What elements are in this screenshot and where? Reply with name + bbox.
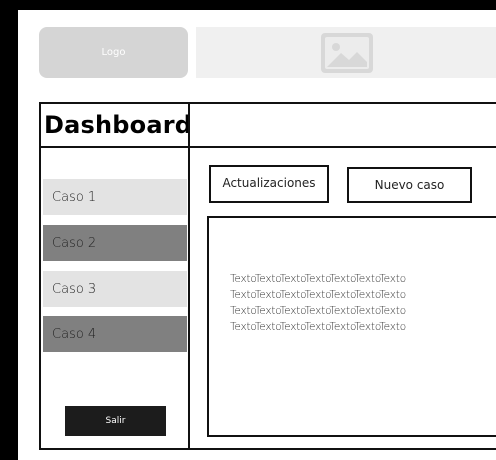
new-case-button-label: Nuevo caso bbox=[374, 178, 445, 192]
content-text: TextoTextoTextoTextoTextoTextoTexto Text… bbox=[230, 271, 470, 335]
sidebar-item-caso-1[interactable]: Caso 1 bbox=[43, 179, 187, 215]
updates-button-label: Actualizaciones bbox=[222, 176, 316, 190]
exit-button[interactable]: Salir bbox=[65, 406, 166, 436]
header-banner bbox=[196, 27, 496, 78]
exit-button-label: Salir bbox=[105, 416, 126, 426]
title-divider bbox=[41, 146, 496, 148]
sidebar-item-caso-2[interactable]: Caso 2 bbox=[43, 225, 187, 261]
sidebar-item-caso-4[interactable]: Caso 4 bbox=[43, 316, 187, 352]
logo-label: Logo bbox=[101, 47, 126, 58]
sidebar-divider bbox=[188, 104, 190, 448]
image-placeholder-icon bbox=[321, 33, 373, 73]
new-case-button[interactable]: Nuevo caso bbox=[347, 167, 472, 203]
content-panel: TextoTextoTextoTextoTextoTextoTexto Text… bbox=[207, 216, 496, 437]
sidebar-item-label: Caso 1 bbox=[52, 189, 97, 205]
sidebar-item-label: Caso 3 bbox=[52, 281, 97, 297]
window-top-frame bbox=[0, 0, 496, 10]
content-text-line: TextoTextoTextoTextoTextoTextoTexto bbox=[230, 321, 406, 333]
logo: Logo bbox=[39, 27, 188, 78]
updates-button[interactable]: Actualizaciones bbox=[209, 165, 329, 203]
content-text-line: TextoTextoTextoTextoTextoTextoTexto bbox=[230, 305, 406, 317]
page-title: Dashboard bbox=[44, 111, 193, 139]
sidebar-item-caso-3[interactable]: Caso 3 bbox=[43, 271, 187, 307]
window-left-frame bbox=[0, 0, 18, 460]
sidebar-item-label: Caso 4 bbox=[52, 326, 97, 342]
dashboard-panel: Dashboard Caso 1 Caso 2 Caso 3 Caso 4 Sa… bbox=[39, 102, 496, 450]
content-text-line: TextoTextoTextoTextoTextoTextoTexto bbox=[230, 289, 406, 301]
content-text-line: TextoTextoTextoTextoTextoTextoTexto bbox=[230, 273, 406, 285]
sidebar-item-label: Caso 2 bbox=[52, 235, 97, 251]
